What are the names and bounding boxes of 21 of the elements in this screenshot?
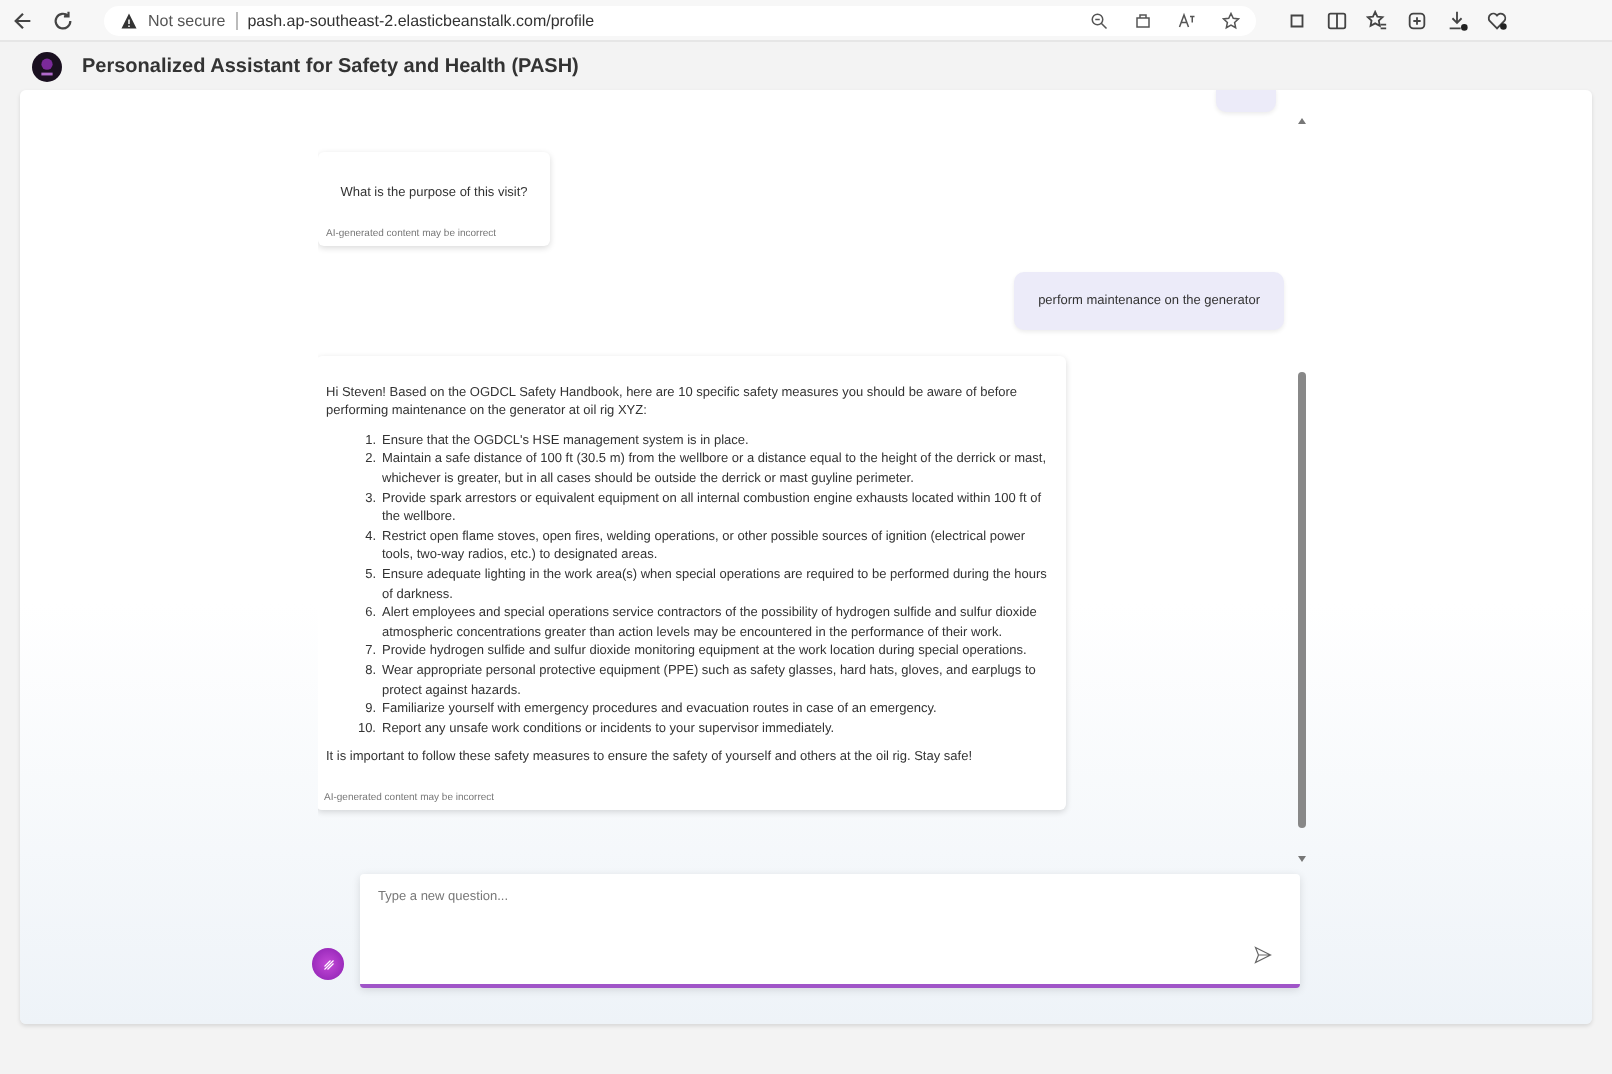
collections-icon[interactable] [1406, 9, 1428, 31]
heart-icon[interactable] [1486, 9, 1508, 31]
star-icon[interactable] [1222, 11, 1240, 29]
warning-icon [120, 11, 138, 29]
assistant-avatar [312, 948, 344, 980]
logo-icon [32, 51, 62, 81]
address-bar[interactable]: Not secure pash.ap-southeast-2.elasticbeanstalk.com/profile [104, 5, 1256, 35]
split-screen-icon[interactable] [1326, 9, 1348, 31]
favorites-icon[interactable] [1366, 9, 1388, 31]
read-aloud-icon[interactable] [1178, 11, 1196, 29]
send-icon[interactable] [1254, 946, 1272, 964]
download-icon[interactable] [1446, 9, 1468, 31]
scroll-up-icon[interactable] [1297, 118, 1305, 124]
scroll-down-icon[interactable] [1297, 856, 1305, 862]
security-label: Not secure [148, 11, 226, 29]
zoom-icon[interactable] [1090, 11, 1108, 29]
app-title: Personalized Assistant for Safety and Health (PASH) [82, 55, 579, 77]
scroll-thumb[interactable] [1297, 372, 1305, 828]
back-icon[interactable] [12, 9, 34, 31]
url-text: pash.ap-southeast-2.elasticbeanstalk.com/profile [247, 11, 595, 29]
reload-icon[interactable] [52, 9, 74, 31]
